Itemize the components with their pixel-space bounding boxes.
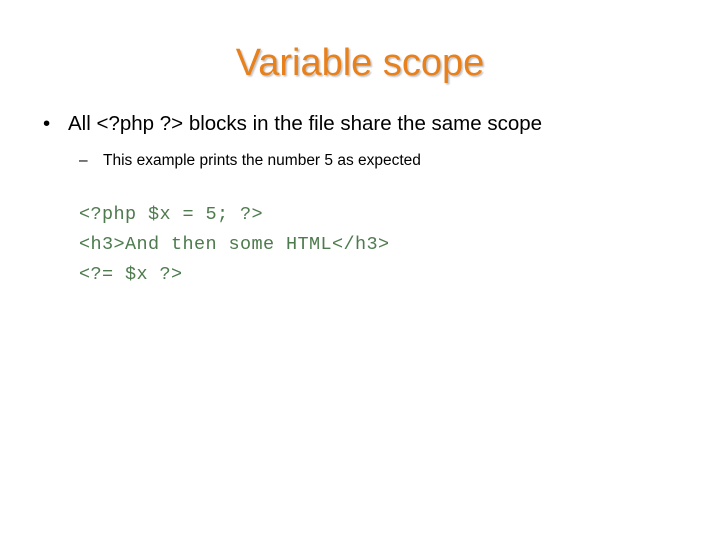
- code-line: <h3>And then some HTML</h3>: [79, 234, 390, 255]
- bullet-dash-icon: –: [79, 152, 88, 169]
- code-block: <?php $x = 5; ?> <h3>And then some HTML<…: [0, 200, 720, 290]
- bullet-item-level2: – This example prints the number 5 as ex…: [0, 150, 720, 172]
- slide: Variable scope • All <?php ?> blocks in …: [0, 0, 720, 540]
- bullet-dot-icon: •: [43, 112, 51, 135]
- bullet-item-level2-label: This example prints the number 5 as expe…: [103, 152, 421, 169]
- code-line: <?= $x ?>: [79, 264, 183, 285]
- bullet-item-level1-label: All <?php ?> blocks in the file share th…: [68, 112, 543, 135]
- page-title: Variable scope: [235, 42, 485, 84]
- slide-body: • All <?php ?> blocks in the file share …: [0, 110, 720, 290]
- code-line: <?php $x = 5; ?>: [79, 204, 264, 225]
- bullet-item-level1: • All <?php ?> blocks in the file share …: [0, 110, 720, 138]
